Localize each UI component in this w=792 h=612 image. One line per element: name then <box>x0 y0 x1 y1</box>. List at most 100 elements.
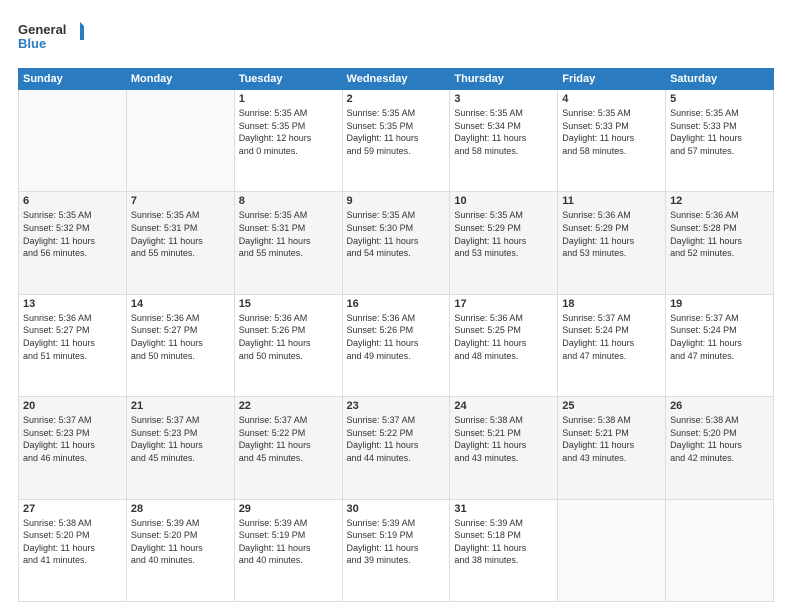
day-number: 29 <box>239 503 338 515</box>
calendar-cell <box>19 90 127 192</box>
cell-info: Sunrise: 5:35 AM Sunset: 5:35 PM Dayligh… <box>239 107 338 157</box>
weekday-header-monday: Monday <box>126 69 234 90</box>
day-number: 17 <box>454 298 553 310</box>
calendar-cell: 1 Sunrise: 5:35 AM Sunset: 5:35 PM Daylig… <box>234 90 342 192</box>
calendar-cell: 22 Sunrise: 5:37 AM Sunset: 5:22 PM Dayli… <box>234 397 342 499</box>
weekday-header-saturday: Saturday <box>666 69 774 90</box>
calendar-cell: 5 Sunrise: 5:35 AM Sunset: 5:33 PM Daylig… <box>666 90 774 192</box>
calendar-cell: 23 Sunrise: 5:37 AM Sunset: 5:22 PM Dayli… <box>342 397 450 499</box>
calendar-cell: 13Sunrise: 5:36 AM Sunset: 5:27 PM Dayli… <box>19 294 127 396</box>
calendar-cell: 3Sunrise: 5:35 AM Sunset: 5:34 PM Daylig… <box>450 90 558 192</box>
calendar-cell: 9Sunrise: 5:35 AM Sunset: 5:30 PM Daylig… <box>342 192 450 294</box>
cell-info: Sunrise: 5:36 AM Sunset: 5:27 PM Dayligh… <box>23 312 122 362</box>
day-number: 1 <box>239 93 338 105</box>
calendar-cell: 26Sunrise: 5:38 AM Sunset: 5:20 PM Dayli… <box>666 397 774 499</box>
day-number: 24 <box>454 400 553 412</box>
calendar-cell: 31 Sunrise: 5:39 AM Sunset: 5:18 PM Dayli… <box>450 499 558 601</box>
day-number: 15 <box>239 298 338 310</box>
cell-info: Sunrise: 5:37 AM Sunset: 5:22 PM Dayligh… <box>347 414 446 464</box>
cell-info: Sunrise: 5:37 AM Sunset: 5:23 PM Dayligh… <box>23 414 122 464</box>
svg-text:General: General <box>18 22 66 37</box>
day-number: 19 <box>670 298 769 310</box>
cell-info: Sunrise: 5:36 AM Sunset: 5:26 PM Dayligh… <box>347 312 446 362</box>
calendar-cell: 24 Sunrise: 5:38 AM Sunset: 5:21 PM Dayli… <box>450 397 558 499</box>
day-number: 5 <box>670 93 769 105</box>
cell-info: Sunrise: 5:35 AM Sunset: 5:31 PM Dayligh… <box>239 209 338 259</box>
calendar-cell: 17 Sunrise: 5:36 AM Sunset: 5:25 PM Dayli… <box>450 294 558 396</box>
day-number: 18 <box>562 298 661 310</box>
calendar-cell: 12 Sunrise: 5:36 AM Sunset: 5:28 PM Dayli… <box>666 192 774 294</box>
cell-info: Sunrise: 5:36 AM Sunset: 5:27 PM Dayligh… <box>131 312 230 362</box>
weekday-header-wednesday: Wednesday <box>342 69 450 90</box>
calendar-cell: 7Sunrise: 5:35 AM Sunset: 5:31 PM Daylig… <box>126 192 234 294</box>
page: General Blue SundayMondayTuesdayWednesda… <box>0 0 792 612</box>
cell-info: Sunrise: 5:35 AM Sunset: 5:31 PM Dayligh… <box>131 209 230 259</box>
day-number: 27 <box>23 503 122 515</box>
week-row-4: 20Sunrise: 5:37 AM Sunset: 5:23 PM Dayli… <box>19 397 774 499</box>
cell-info: Sunrise: 5:36 AM Sunset: 5:29 PM Dayligh… <box>562 209 661 259</box>
calendar-cell: 27Sunrise: 5:38 AM Sunset: 5:20 PM Dayli… <box>19 499 127 601</box>
cell-info: Sunrise: 5:37 AM Sunset: 5:23 PM Dayligh… <box>131 414 230 464</box>
week-row-2: 6 Sunrise: 5:35 AM Sunset: 5:32 PM Daylig… <box>19 192 774 294</box>
cell-info: Sunrise: 5:35 AM Sunset: 5:32 PM Dayligh… <box>23 209 122 259</box>
weekday-header-sunday: Sunday <box>19 69 127 90</box>
svg-text:Blue: Blue <box>18 36 46 51</box>
week-row-1: 1 Sunrise: 5:35 AM Sunset: 5:35 PM Daylig… <box>19 90 774 192</box>
calendar-cell: 21 Sunrise: 5:37 AM Sunset: 5:23 PM Dayli… <box>126 397 234 499</box>
calendar-cell: 28Sunrise: 5:39 AM Sunset: 5:20 PM Dayli… <box>126 499 234 601</box>
calendar-table: SundayMondayTuesdayWednesdayThursdayFrid… <box>18 68 774 602</box>
day-number: 22 <box>239 400 338 412</box>
calendar-cell: 18 Sunrise: 5:37 AM Sunset: 5:24 PM Dayli… <box>558 294 666 396</box>
day-number: 31 <box>454 503 553 515</box>
day-number: 11 <box>562 195 661 207</box>
cell-info: Sunrise: 5:35 AM Sunset: 5:30 PM Dayligh… <box>347 209 446 259</box>
day-number: 23 <box>347 400 446 412</box>
cell-info: Sunrise: 5:36 AM Sunset: 5:28 PM Dayligh… <box>670 209 769 259</box>
day-number: 2 <box>347 93 446 105</box>
calendar-cell: 25 Sunrise: 5:38 AM Sunset: 5:21 PM Dayli… <box>558 397 666 499</box>
calendar-cell <box>126 90 234 192</box>
day-number: 12 <box>670 195 769 207</box>
cell-info: Sunrise: 5:35 AM Sunset: 5:33 PM Dayligh… <box>562 107 661 157</box>
cell-info: Sunrise: 5:36 AM Sunset: 5:25 PM Dayligh… <box>454 312 553 362</box>
calendar-cell: 11 Sunrise: 5:36 AM Sunset: 5:29 PM Dayli… <box>558 192 666 294</box>
cell-info: Sunrise: 5:38 AM Sunset: 5:21 PM Dayligh… <box>454 414 553 464</box>
weekday-header-tuesday: Tuesday <box>234 69 342 90</box>
day-number: 25 <box>562 400 661 412</box>
calendar-cell: 20Sunrise: 5:37 AM Sunset: 5:23 PM Dayli… <box>19 397 127 499</box>
day-number: 16 <box>347 298 446 310</box>
calendar-cell: 29 Sunrise: 5:39 AM Sunset: 5:19 PM Dayli… <box>234 499 342 601</box>
weekday-header-thursday: Thursday <box>450 69 558 90</box>
day-number: 30 <box>347 503 446 515</box>
weekday-header-friday: Friday <box>558 69 666 90</box>
day-number: 28 <box>131 503 230 515</box>
cell-info: Sunrise: 5:35 AM Sunset: 5:29 PM Dayligh… <box>454 209 553 259</box>
day-number: 21 <box>131 400 230 412</box>
cell-info: Sunrise: 5:39 AM Sunset: 5:19 PM Dayligh… <box>347 517 446 567</box>
cell-info: Sunrise: 5:37 AM Sunset: 5:24 PM Dayligh… <box>670 312 769 362</box>
cell-info: Sunrise: 5:35 AM Sunset: 5:33 PM Dayligh… <box>670 107 769 157</box>
cell-info: Sunrise: 5:38 AM Sunset: 5:21 PM Dayligh… <box>562 414 661 464</box>
calendar-cell: 6 Sunrise: 5:35 AM Sunset: 5:32 PM Daylig… <box>19 192 127 294</box>
day-number: 6 <box>23 195 122 207</box>
cell-info: Sunrise: 5:39 AM Sunset: 5:18 PM Dayligh… <box>454 517 553 567</box>
cell-info: Sunrise: 5:37 AM Sunset: 5:22 PM Dayligh… <box>239 414 338 464</box>
calendar-cell: 16 Sunrise: 5:36 AM Sunset: 5:26 PM Dayli… <box>342 294 450 396</box>
cell-info: Sunrise: 5:37 AM Sunset: 5:24 PM Dayligh… <box>562 312 661 362</box>
weekday-header-row: SundayMondayTuesdayWednesdayThursdayFrid… <box>19 69 774 90</box>
day-number: 8 <box>239 195 338 207</box>
day-number: 10 <box>454 195 553 207</box>
calendar-cell: 8 Sunrise: 5:35 AM Sunset: 5:31 PM Daylig… <box>234 192 342 294</box>
cell-info: Sunrise: 5:36 AM Sunset: 5:26 PM Dayligh… <box>239 312 338 362</box>
generablue-logo: General Blue <box>18 18 88 58</box>
cell-info: Sunrise: 5:39 AM Sunset: 5:19 PM Dayligh… <box>239 517 338 567</box>
day-number: 14 <box>131 298 230 310</box>
header: General Blue <box>18 18 774 58</box>
cell-info: Sunrise: 5:35 AM Sunset: 5:35 PM Dayligh… <box>347 107 446 157</box>
calendar-cell: 19 Sunrise: 5:37 AM Sunset: 5:24 PM Dayli… <box>666 294 774 396</box>
calendar-cell <box>666 499 774 601</box>
calendar-cell: 14 Sunrise: 5:36 AM Sunset: 5:27 PM Dayli… <box>126 294 234 396</box>
cell-info: Sunrise: 5:35 AM Sunset: 5:34 PM Dayligh… <box>454 107 553 157</box>
calendar-cell: 2 Sunrise: 5:35 AM Sunset: 5:35 PM Daylig… <box>342 90 450 192</box>
calendar-cell: 4Sunrise: 5:35 AM Sunset: 5:33 PM Daylig… <box>558 90 666 192</box>
